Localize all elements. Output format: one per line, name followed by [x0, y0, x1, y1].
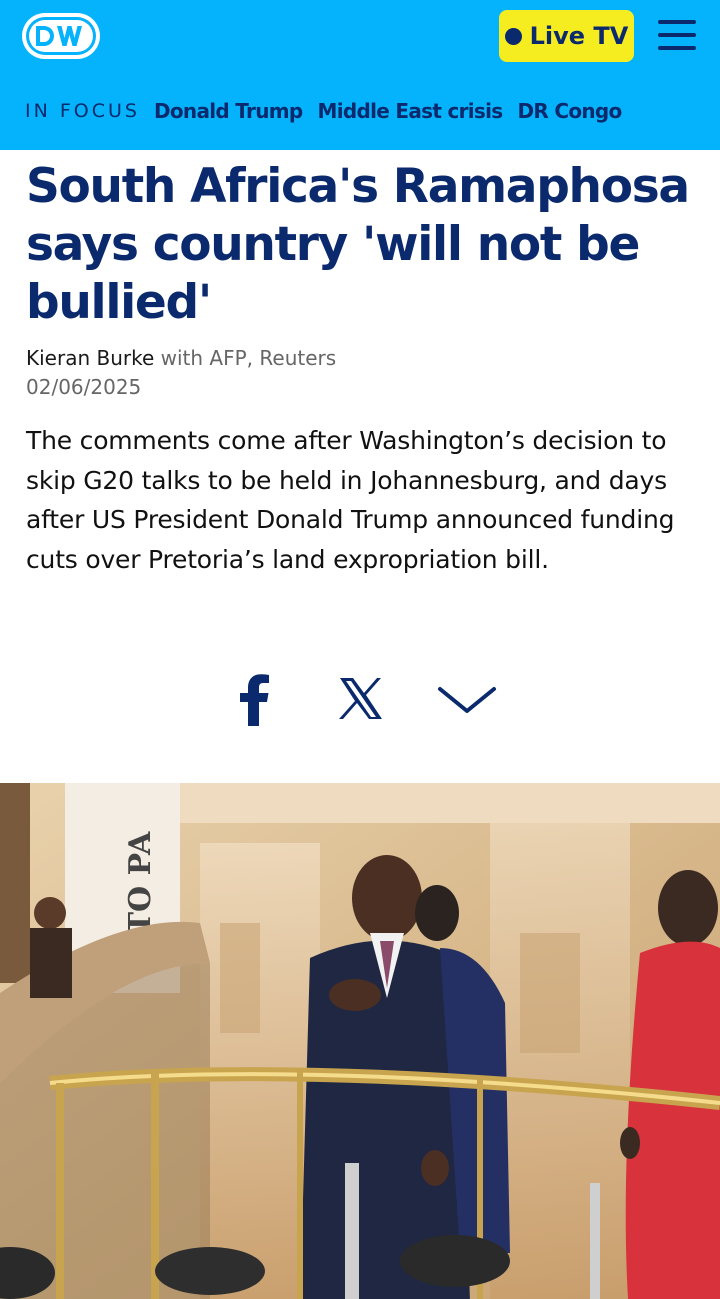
x-icon[interactable] — [339, 677, 382, 720]
in-focus-bar: IN FOCUS Donald Trump Middle East crisis… — [25, 96, 637, 126]
in-focus-label: IN FOCUS — [25, 100, 140, 122]
focus-link-donald-trump[interactable]: Donald Trump — [154, 99, 303, 123]
sign-text: TO PA — [123, 831, 158, 934]
facebook-icon[interactable] — [236, 672, 272, 726]
focus-link-dr-congo[interactable]: DR Congo — [518, 99, 623, 123]
hamburger-menu-icon[interactable] — [658, 20, 696, 50]
author-name[interactable]: Kieran Burke — [26, 346, 154, 370]
focus-link-middle-east-crisis[interactable]: Middle East crisis — [318, 99, 504, 123]
banner-sign-text: TO PA — [123, 831, 158, 934]
live-tv-label: Live TV — [529, 22, 629, 50]
hero-image: TO PA — [0, 783, 720, 1299]
live-tv-button[interactable]: Live TV — [499, 10, 634, 62]
dw-logo[interactable] — [22, 13, 100, 59]
live-indicator-dot — [504, 27, 522, 45]
byline: Kieran Burke with AFP, Reuters — [26, 346, 336, 370]
site-header: Live TV IN FOCUS Donald Trump Middle Eas… — [0, 0, 720, 150]
agencies-credit: with AFP, Reuters — [160, 346, 337, 370]
chevron-down-icon[interactable] — [437, 684, 497, 716]
article-teaser: The comments come after Washington’s dec… — [26, 426, 675, 574]
article-headline: South Africa's Ramaphosa says country 'w… — [26, 159, 690, 330]
publish-date: 02/06/2025 — [26, 375, 142, 399]
